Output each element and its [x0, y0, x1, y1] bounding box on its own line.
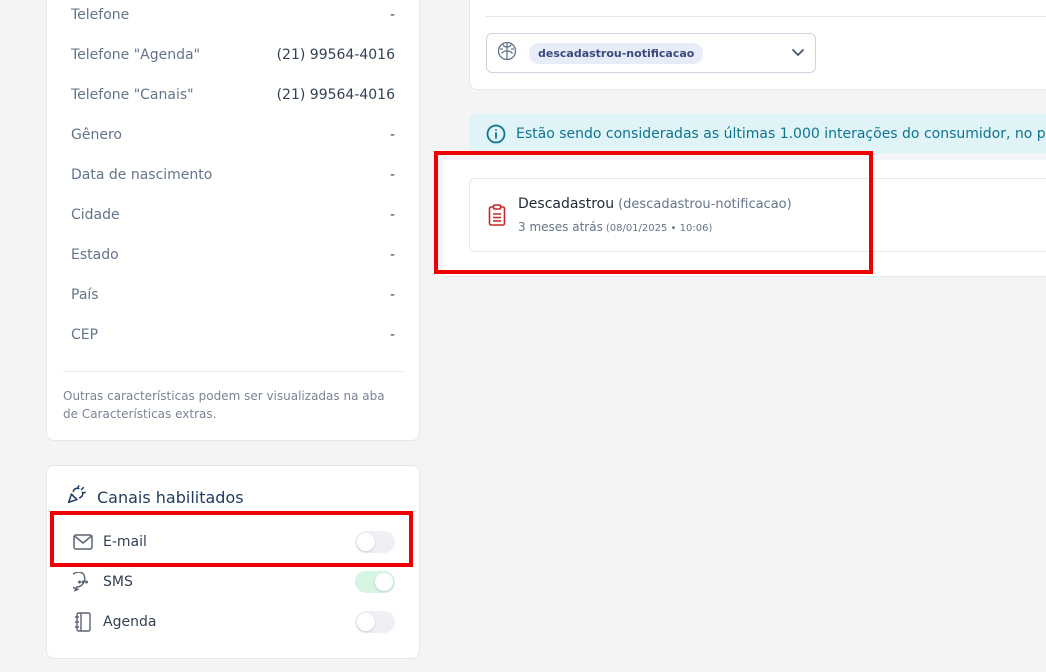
- channel-row-agenda: Agenda: [73, 609, 395, 635]
- info-label: Estado: [71, 247, 119, 263]
- chevron-down-icon[interactable]: [791, 44, 805, 63]
- mail-icon: [73, 532, 93, 552]
- interactions-info-banner: Estão sendo consideradas as últimas 1.00…: [469, 114, 1046, 153]
- info-row-pais: País -: [71, 284, 395, 306]
- sms-toggle[interactable]: [355, 571, 395, 593]
- event-title: Descadastrou: [518, 196, 615, 212]
- profile-info-card: Telefone - Telefone "Agenda" (21) 99564-…: [46, 0, 420, 441]
- info-label: Gênero: [71, 127, 122, 143]
- info-value: -: [389, 207, 395, 223]
- info-value: -: [389, 327, 395, 343]
- channel-label: Agenda: [103, 614, 157, 630]
- info-row-telefone: Telefone -: [71, 4, 395, 26]
- chat-bubble-icon: [73, 572, 93, 592]
- info-label: País: [71, 287, 99, 303]
- toggle-knob: [375, 573, 393, 591]
- toggle-knob: [357, 533, 375, 551]
- divider: [63, 371, 403, 372]
- event-relative-time: 3 meses atrás: [518, 220, 603, 234]
- channels-header: Canais habilitados: [65, 484, 244, 510]
- channel-label: SMS: [103, 574, 133, 590]
- info-row-cidade: Cidade -: [71, 204, 395, 226]
- info-value: -: [389, 287, 395, 303]
- channel-row-sms: SMS: [73, 569, 395, 595]
- divider: [486, 16, 1046, 17]
- info-label: Telefone "Canais": [71, 87, 194, 103]
- info-row-genero: Gênero -: [71, 124, 395, 146]
- info-label: Telefone: [71, 7, 130, 23]
- info-label: Cidade: [71, 207, 120, 223]
- notebook-icon: [73, 612, 93, 632]
- event-filter-card: descadastrou-notificacao: [469, 0, 1046, 90]
- megaphone-icon: [65, 484, 87, 510]
- info-value: -: [389, 167, 395, 183]
- info-value: -: [389, 127, 395, 143]
- info-value: (21) 99564-4016: [276, 47, 395, 63]
- channel-label: E-mail: [103, 534, 147, 550]
- info-value: -: [389, 7, 395, 23]
- agenda-toggle[interactable]: [355, 611, 395, 633]
- brain-icon: [497, 41, 517, 65]
- extra-characteristics-note: Outras características podem ser visuali…: [63, 389, 385, 421]
- clipboard-list-icon: [488, 204, 506, 230]
- info-icon: [486, 124, 506, 144]
- event-time-line: 3 meses atrás (08/01/2025 • 10:06): [518, 220, 712, 234]
- info-label: Data de nascimento: [71, 167, 213, 183]
- event-item[interactable]: Descadastrou (descadastrou-notificacao) 3…: [469, 178, 1046, 252]
- event-code: (descadastrou-notificacao): [618, 197, 792, 212]
- info-row-estado: Estado -: [71, 244, 395, 266]
- channel-row-email: E-mail: [73, 529, 395, 555]
- info-row-telefone-canais: Telefone "Canais" (21) 99564-4016: [71, 84, 395, 106]
- info-row-cep: CEP -: [71, 324, 395, 346]
- info-row-telefone-agenda: Telefone "Agenda" (21) 99564-4016: [71, 44, 395, 66]
- info-value: (21) 99564-4016: [276, 87, 395, 103]
- info-value: -: [389, 247, 395, 263]
- events-panel: Descadastrou (descadastrou-notificacao) 3…: [443, 160, 1046, 277]
- email-toggle[interactable]: [355, 531, 395, 553]
- channels-title: Canais habilitados: [97, 487, 244, 507]
- toggle-knob: [357, 613, 375, 631]
- info-label: Telefone "Agenda": [71, 47, 201, 63]
- channels-card: Canais habilitados E-mail SMS Agenda: [46, 465, 420, 659]
- banner-text: Estão sendo consideradas as últimas 1.00…: [516, 125, 1046, 142]
- event-date: (08/01/2025 • 10:06): [605, 223, 713, 234]
- event-title-line: Descadastrou (descadastrou-notificacao): [518, 196, 792, 212]
- info-row-data-nascimento: Data de nascimento -: [71, 164, 395, 186]
- event-filter-select[interactable]: descadastrou-notificacao: [486, 33, 816, 73]
- filter-chip[interactable]: descadastrou-notificacao: [529, 42, 704, 64]
- info-label: CEP: [71, 327, 99, 343]
